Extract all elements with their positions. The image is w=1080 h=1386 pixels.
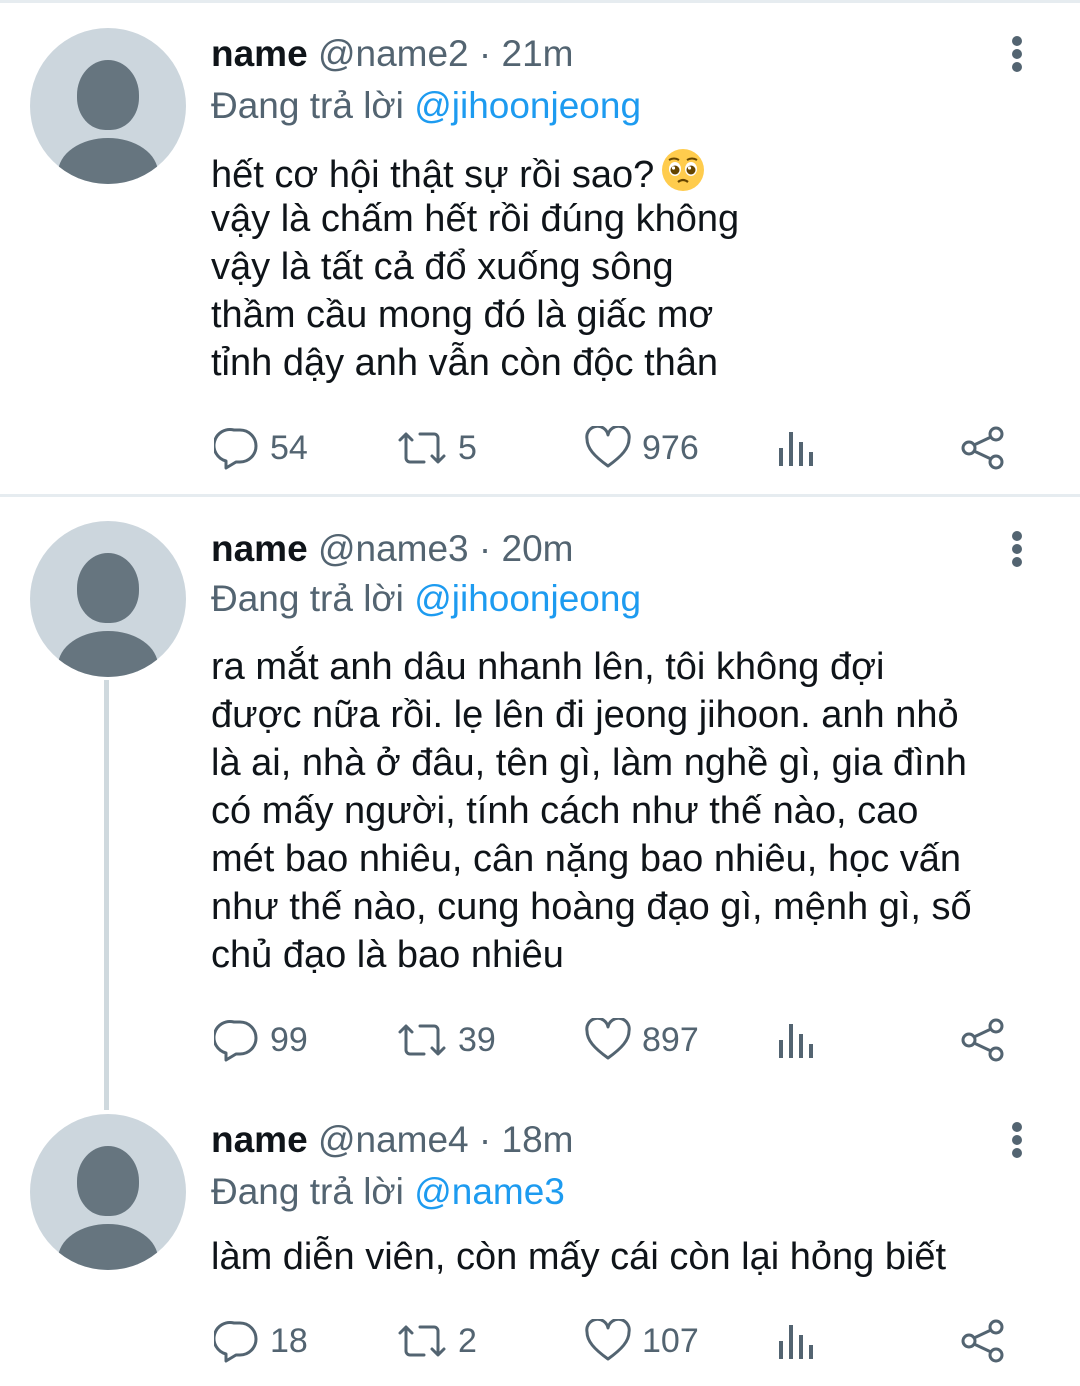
like-count: 976	[642, 428, 699, 467]
like-button[interactable]: 897	[584, 1015, 699, 1065]
tweet-text-line: hết cơ hội thật sự rồi sao?	[211, 154, 655, 196]
tweet-text: làm diễn viên, còn mấy cái còn lại hỏng …	[211, 1233, 1051, 1281]
analytics-button[interactable]	[776, 423, 816, 473]
tweet-text-line: là ai, nhà ở đâu, tên gì, làm nghề gì, g…	[211, 742, 967, 784]
replying-to: Đang trả lời @jihoonjeong	[211, 575, 641, 623]
tweet-1[interactable]: name @name2 · 21m Đang trả lời @jihoonje…	[0, 0, 1080, 495]
mention-link[interactable]: @jihoonjeong	[414, 578, 641, 619]
separator: ·	[478, 528, 492, 569]
retweet-count: 39	[458, 1020, 496, 1059]
retweet-button[interactable]: 2	[396, 1316, 477, 1366]
display-name[interactable]: name	[211, 528, 308, 569]
retweet-count: 5	[458, 428, 477, 467]
analytics-button[interactable]	[776, 1316, 816, 1366]
share-button[interactable]	[960, 1316, 1006, 1366]
tweet-text-line: mét bao nhiêu, cân nặng bao nhiêu, học v…	[211, 838, 962, 880]
tweet-actions: 54 5 976	[0, 423, 1080, 473]
more-options-icon[interactable]	[1004, 24, 1030, 84]
share-icon	[961, 426, 1004, 470]
timestamp[interactable]: 20m	[502, 528, 574, 569]
reply-count: 99	[270, 1020, 308, 1059]
tweet-actions: 18 2 107	[0, 1316, 1080, 1366]
default-avatar-head	[77, 553, 139, 623]
reply-count: 18	[270, 1321, 308, 1360]
tweet-text-line: được nữa rồi. lẹ lên đi jeong jihoon. an…	[211, 694, 959, 736]
user-handle[interactable]: @name2	[318, 33, 469, 74]
display-name[interactable]: name	[211, 33, 308, 74]
replying-to-label: Đang trả lời	[211, 85, 404, 126]
analytics-icon	[779, 1325, 813, 1359]
default-avatar-head	[77, 1146, 139, 1216]
reply-button[interactable]: 99	[214, 1015, 308, 1065]
share-button[interactable]	[960, 423, 1006, 473]
reply-count: 54	[270, 428, 308, 467]
timestamp[interactable]: 18m	[502, 1119, 574, 1160]
heart-icon	[585, 426, 631, 468]
default-avatar-body	[58, 631, 158, 677]
reply-icon	[214, 428, 258, 470]
user-handle[interactable]: @name3	[318, 528, 469, 569]
tweet-text: ra mắt anh dâu nhanh lên, tôi không đợi …	[211, 643, 1051, 979]
more-options-icon[interactable]	[1004, 1110, 1030, 1170]
replying-to-label: Đang trả lời	[211, 578, 404, 619]
tweet-text-line: có mấy người, tính cách như thế nào, cao	[211, 790, 919, 832]
display-name[interactable]: name	[211, 1119, 308, 1160]
replying-to: Đang trả lời @name3	[211, 1168, 565, 1216]
avatar[interactable]	[30, 521, 186, 677]
heart-icon	[585, 1319, 631, 1361]
retweet-button[interactable]: 5	[396, 423, 477, 473]
tweet-text-line: vậy là tất cả đổ xuống sông	[211, 246, 674, 288]
avatar[interactable]	[30, 28, 186, 184]
like-button[interactable]: 107	[584, 1316, 699, 1366]
tweet-text-line: chủ đạo là bao nhiêu	[211, 934, 564, 976]
retweet-icon	[398, 1024, 446, 1056]
tweet-text-line: làm diễn viên, còn mấy cái còn lại hỏng …	[211, 1236, 947, 1278]
share-button[interactable]	[960, 1015, 1006, 1065]
retweet-button[interactable]: 39	[396, 1015, 496, 1065]
replying-to-label: Đang trả lời	[211, 1171, 404, 1212]
default-avatar-body	[58, 138, 158, 184]
reply-button[interactable]: 18	[214, 1316, 308, 1366]
avatar[interactable]	[30, 1114, 186, 1270]
tweet-actions: 99 39 897	[0, 1015, 1080, 1065]
tweet-text-line: vậy là chấm hết rồi đúng không	[211, 198, 740, 240]
retweet-icon	[398, 432, 446, 464]
more-options-icon[interactable]	[1004, 519, 1030, 579]
retweet-count: 2	[458, 1321, 477, 1360]
separator: ·	[478, 33, 492, 74]
tweet-text: hết cơ hội thật sự rồi sao? vậy là chấm …	[211, 147, 1051, 387]
tweet-header: name @name3 · 20m	[211, 525, 574, 573]
like-button[interactable]: 976	[584, 423, 699, 473]
user-handle[interactable]: @name4	[318, 1119, 469, 1160]
reply-button[interactable]: 54	[214, 423, 308, 473]
reply-icon	[214, 1020, 258, 1062]
tweet-2[interactable]: name @name3 · 20m Đang trả lời @jihoonje…	[0, 497, 1080, 1097]
tweet-text-line: ra mắt anh dâu nhanh lên, tôi không đợi	[211, 646, 885, 688]
reply-icon	[214, 1321, 258, 1363]
tweet-text-line: tỉnh dậy anh vẫn còn độc thân	[211, 342, 719, 384]
default-avatar-body	[58, 1224, 158, 1270]
analytics-icon	[779, 1024, 813, 1058]
share-icon	[961, 1018, 1004, 1062]
mention-link[interactable]: @jihoonjeong	[414, 85, 641, 126]
tweet-3[interactable]: name @name4 · 18m Đang trả lời @name3 là…	[0, 1090, 1080, 1386]
timestamp[interactable]: 21m	[502, 33, 574, 74]
like-count: 107	[642, 1321, 699, 1360]
analytics-icon	[779, 432, 813, 466]
tweet-text-line: thầm cầu mong đó là giấc mơ	[211, 294, 714, 336]
default-avatar-head	[77, 60, 139, 130]
replying-to: Đang trả lời @jihoonjeong	[211, 82, 641, 130]
tweet-header: name @name4 · 18m	[211, 1116, 574, 1164]
analytics-button[interactable]	[776, 1015, 816, 1065]
tweet-text-line: như thế nào, cung hoàng đạo gì, mệnh gì,…	[211, 886, 972, 928]
tweet-header: name @name2 · 21m	[211, 30, 574, 78]
mention-link[interactable]: @name3	[414, 1171, 565, 1212]
heart-icon	[585, 1018, 631, 1060]
share-icon	[961, 1319, 1004, 1363]
like-count: 897	[642, 1020, 699, 1059]
retweet-icon	[398, 1325, 446, 1357]
separator: ·	[478, 1119, 492, 1160]
